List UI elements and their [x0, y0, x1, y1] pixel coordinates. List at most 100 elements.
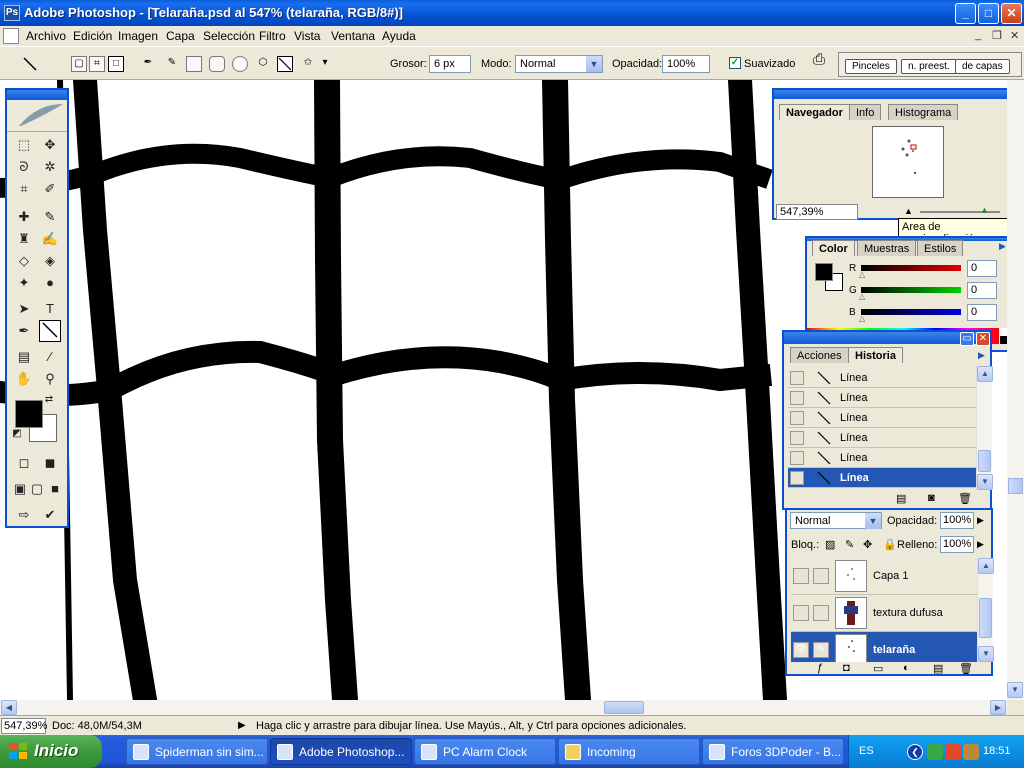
menu-imagen[interactable]: Imagen [118, 29, 158, 43]
move-icon[interactable]: ✥ [39, 134, 61, 156]
opacidad-input[interactable]: 100% [662, 55, 710, 73]
magic-wand-icon[interactable]: ✲ [39, 156, 61, 178]
zoom-icon[interactable]: ⚲ [39, 368, 61, 390]
lock-position-icon[interactable]: ✥ [863, 538, 872, 551]
layer-opacity-input[interactable]: 100% [940, 512, 974, 529]
brush-icon[interactable]: ✎ [813, 642, 829, 658]
line-icon[interactable] [277, 56, 293, 72]
quick-mask-icon[interactable]: ◼ [39, 452, 61, 474]
status-menu-icon[interactable]: ▶ [238, 720, 246, 731]
scroll-thumb[interactable] [1008, 478, 1023, 494]
eyedropper-icon[interactable]: ⁄ [39, 346, 61, 368]
tool-presets-icon[interactable]: ⎙ [808, 52, 830, 73]
menu-ayuda[interactable]: Ayuda [382, 29, 416, 43]
default-colors-icon[interactable]: ◩ [11, 428, 23, 440]
tab-composiciones-de-capas[interactable]: de capas [955, 59, 1010, 74]
dodge-icon[interactable]: ● [39, 272, 61, 294]
scroll-up-icon[interactable]: ▲ [978, 558, 994, 574]
custom-shape-icon[interactable]: ✩ [300, 56, 316, 72]
menu-archivo[interactable]: Archivo [26, 29, 66, 43]
tab-pinceles[interactable]: Pinceles [845, 59, 897, 74]
trash-icon[interactable]: 🗑 [958, 492, 972, 505]
history-source-checkbox[interactable] [790, 451, 804, 465]
line-tool-icon[interactable] [39, 320, 61, 342]
adjustment-layer-icon[interactable]: ◐ [903, 662, 910, 674]
new-group-icon[interactable]: ▭ [873, 662, 883, 675]
layer-style-icon[interactable]: ƒ [817, 662, 823, 674]
layer-row[interactable]: textura dufusa [791, 595, 977, 632]
path-selection-icon[interactable]: ➤ [13, 298, 35, 320]
lock-transparency-icon[interactable]: ▨ [825, 538, 835, 551]
history-item[interactable]: Línea [788, 408, 976, 428]
tab-color[interactable]: Color [812, 240, 855, 256]
scroll-down-icon[interactable]: ▼ [1007, 682, 1023, 698]
fill-pixels-icon[interactable]: □ [108, 56, 124, 72]
link-toggle[interactable] [813, 568, 829, 584]
standard-screen-icon[interactable]: ▣ [11, 478, 29, 500]
lasso-icon[interactable]: ᘐ [13, 156, 35, 178]
scroll-thumb[interactable] [979, 598, 992, 638]
rounded-rectangle-icon[interactable] [209, 56, 225, 72]
maximize-button[interactable]: □ [978, 3, 999, 24]
type-icon[interactable]: T [39, 298, 61, 320]
history-item[interactable]: Línea [788, 368, 976, 388]
slider-thumb-icon[interactable]: △ [859, 270, 865, 279]
canvas-horizontal-scrollbar[interactable]: ◀ ▶ [0, 700, 1007, 715]
canvas-vertical-scrollbar[interactable]: ▼ [1007, 80, 1024, 700]
history-source-checkbox[interactable] [790, 471, 804, 485]
line-tool-preset-icon[interactable] [22, 56, 38, 72]
task-spiderman[interactable]: Spiderman sin sim... [126, 738, 268, 765]
history-scrollbar[interactable]: ▲ ▼ [976, 366, 993, 490]
menu-seleccion[interactable]: Selección [203, 29, 255, 43]
brush-icon[interactable]: ✎ [39, 206, 61, 228]
full-screen-menu-icon[interactable]: ▢ [28, 478, 46, 500]
blend-mode-select[interactable]: Normal ▼ [790, 512, 882, 529]
scroll-up-icon[interactable]: ▲ [977, 366, 993, 382]
zoom-slider-thumb[interactable]: ▲ [980, 205, 989, 215]
feather-logo[interactable] [7, 100, 67, 132]
shape-layers-icon[interactable]: ▢ [71, 56, 87, 72]
scroll-thumb[interactable] [978, 450, 991, 472]
layer-row-selected[interactable]: 👁 ✎ telaraña [791, 632, 977, 662]
panel-menu-icon[interactable]: ▶ [999, 241, 1006, 252]
eraser-icon[interactable]: ◇ [13, 250, 35, 272]
minimize-button[interactable]: _ [955, 3, 976, 24]
opacity-slider-icon[interactable]: ▶ [977, 515, 984, 526]
network-icon[interactable] [927, 744, 943, 760]
paths-icon[interactable]: ⌗ [89, 56, 105, 72]
visibility-toggle[interactable] [793, 568, 809, 584]
menu-capa[interactable]: Capa [166, 29, 195, 43]
menu-edicion[interactable]: Edición [73, 29, 112, 43]
tab-info[interactable]: Info [849, 104, 882, 120]
ellipse-icon[interactable] [232, 56, 248, 72]
tab-navegador[interactable]: Navegador [779, 104, 850, 120]
doc-restore-button[interactable]: ❐ [992, 29, 1002, 42]
freeform-pen-icon[interactable]: ✎ [164, 56, 180, 72]
pen-icon[interactable]: ✒ [140, 56, 156, 72]
new-snapshot-icon[interactable]: ◙ [928, 492, 935, 504]
task-foros[interactable]: Foros 3DPoder - B... [702, 738, 844, 765]
swap-colors-icon[interactable]: ⇄ [43, 394, 55, 406]
channel-r-input[interactable]: 0 [967, 260, 997, 277]
navigator-zoom-input[interactable]: 547,39% [776, 204, 858, 220]
navigator-preview[interactable] [872, 126, 944, 198]
channel-r-slider[interactable] [861, 265, 961, 271]
lock-all-icon[interactable]: 🔒 [883, 538, 897, 551]
panel-minimize-icon[interactable]: ▭ [960, 332, 974, 346]
layers-scrollbar[interactable]: ▲ ▼ [977, 558, 994, 662]
pen-icon[interactable]: ✒ [13, 320, 35, 342]
grosor-input[interactable]: 6 px [429, 55, 471, 73]
healing-brush-icon[interactable]: ✚ [13, 206, 35, 228]
photoshop-app-icon[interactable]: Ps [4, 5, 20, 21]
fill-input[interactable]: 100% [940, 536, 974, 553]
doc-minimize-button[interactable]: _ [975, 29, 981, 41]
history-item[interactable]: Línea [788, 448, 976, 468]
layer-row[interactable]: Capa 1 [791, 558, 977, 595]
panel-close-icon[interactable]: ✕ [976, 332, 990, 346]
scroll-left-icon[interactable]: ◀ [1, 700, 17, 715]
marquee-icon[interactable]: ⬚ [13, 134, 35, 156]
tab-acciones[interactable]: Acciones [790, 347, 849, 363]
modo-select[interactable]: Normal ▼ [515, 55, 603, 73]
history-item-selected[interactable]: Línea [788, 468, 976, 488]
link-toggle[interactable] [813, 605, 829, 621]
